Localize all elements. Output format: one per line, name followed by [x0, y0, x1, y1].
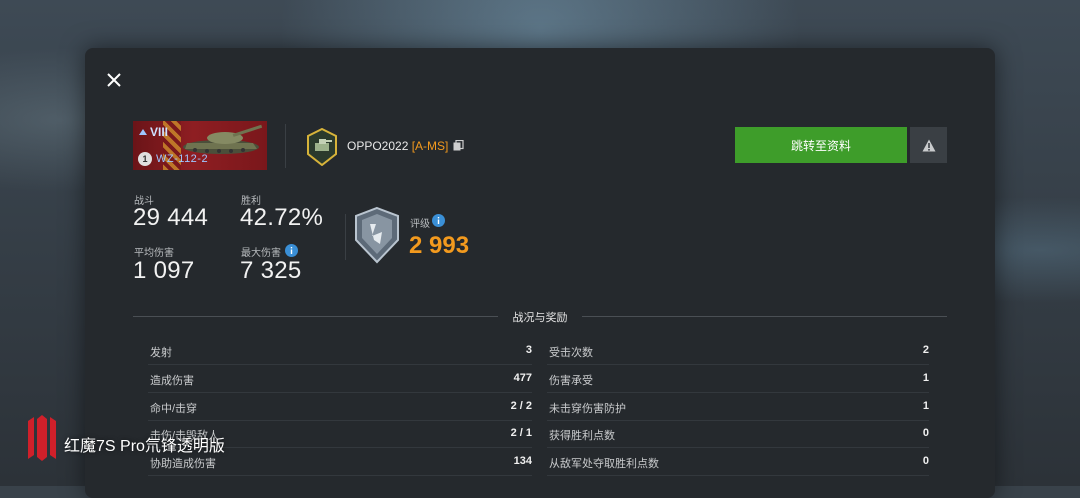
tank-card: VIII 1 WZ-112-2 [133, 121, 267, 170]
go-to-profile-button[interactable]: 跳转至资料 [735, 127, 907, 163]
section-divider-right [582, 316, 947, 317]
mastery-badge: 1 [138, 152, 152, 166]
tank-class-icon [139, 129, 147, 135]
rating-badge-icon [355, 206, 399, 264]
row-value: 3 [525, 344, 532, 356]
table-row: 造成伤害 477 [148, 366, 532, 393]
tank-icon [183, 124, 263, 154]
stats-divider [345, 214, 346, 260]
row-label: 命中/击穿 [150, 403, 198, 415]
device-watermark: 红魔7S Pro氘锋透明版 [64, 438, 225, 455]
table-row: 发射 3 [148, 338, 532, 365]
warning-icon [922, 139, 935, 151]
clan-emblem-icon [307, 128, 337, 166]
table-row: 获得胜利点数 0 [547, 421, 929, 448]
row-label: 发射 [150, 347, 172, 359]
row-value: 0 [922, 455, 929, 467]
player-name[interactable]: OPPO2022 [A-MS] [347, 139, 448, 153]
battles-value: 29 444 [133, 204, 209, 231]
section-divider-left [133, 316, 498, 317]
row-value: 0 [922, 427, 929, 439]
rating-value: 2 993 [409, 232, 470, 259]
close-icon[interactable] [103, 69, 125, 91]
row-value: 2 [922, 344, 929, 356]
row-label: 从敌军处夺取胜利点数 [549, 458, 659, 470]
player-clan-tag: [A-MS] [411, 139, 449, 153]
row-label: 获得胜利点数 [549, 430, 615, 442]
row-value: 2 / 2 [510, 400, 532, 412]
row-label: 协助造成伤害 [150, 458, 216, 470]
rating-label: 评级 [410, 219, 430, 230]
section-title: 战况与奖励 [498, 309, 582, 325]
player-nickname: OPPO2022 [347, 139, 409, 153]
table-row: 伤害承受 1 [547, 366, 929, 393]
row-value: 1 [922, 400, 929, 412]
avg-damage-value: 1 097 [133, 257, 195, 284]
report-button[interactable] [910, 127, 947, 163]
table-row: 命中/击穿 2 / 2 [148, 394, 532, 421]
header-divider [285, 124, 286, 168]
table-row: 未击穿伤害防护 1 [547, 394, 929, 421]
tank-name: WZ-112-2 [156, 153, 209, 165]
rating-info-icon[interactable] [432, 214, 445, 227]
max-damage-value: 7 325 [240, 257, 302, 284]
row-label: 未击穿伤害防护 [549, 403, 626, 415]
row-label: 造成伤害 [150, 375, 194, 387]
table-row: 从敌军处夺取胜利点数 0 [547, 449, 929, 476]
table-row: 受击次数 2 [547, 338, 929, 365]
row-label: 伤害承受 [549, 375, 593, 387]
copy-icon[interactable] [453, 140, 464, 151]
row-value: 477 [513, 372, 532, 384]
row-label: 受击次数 [549, 347, 593, 359]
device-logo-icon [28, 415, 56, 461]
wins-value: 42.72% [240, 204, 324, 231]
row-value: 2 / 1 [510, 427, 532, 439]
row-value: 1 [922, 372, 929, 384]
tank-tier: VIII [150, 125, 169, 139]
row-value: 134 [513, 455, 532, 467]
max-damage-info-icon[interactable] [285, 244, 298, 257]
